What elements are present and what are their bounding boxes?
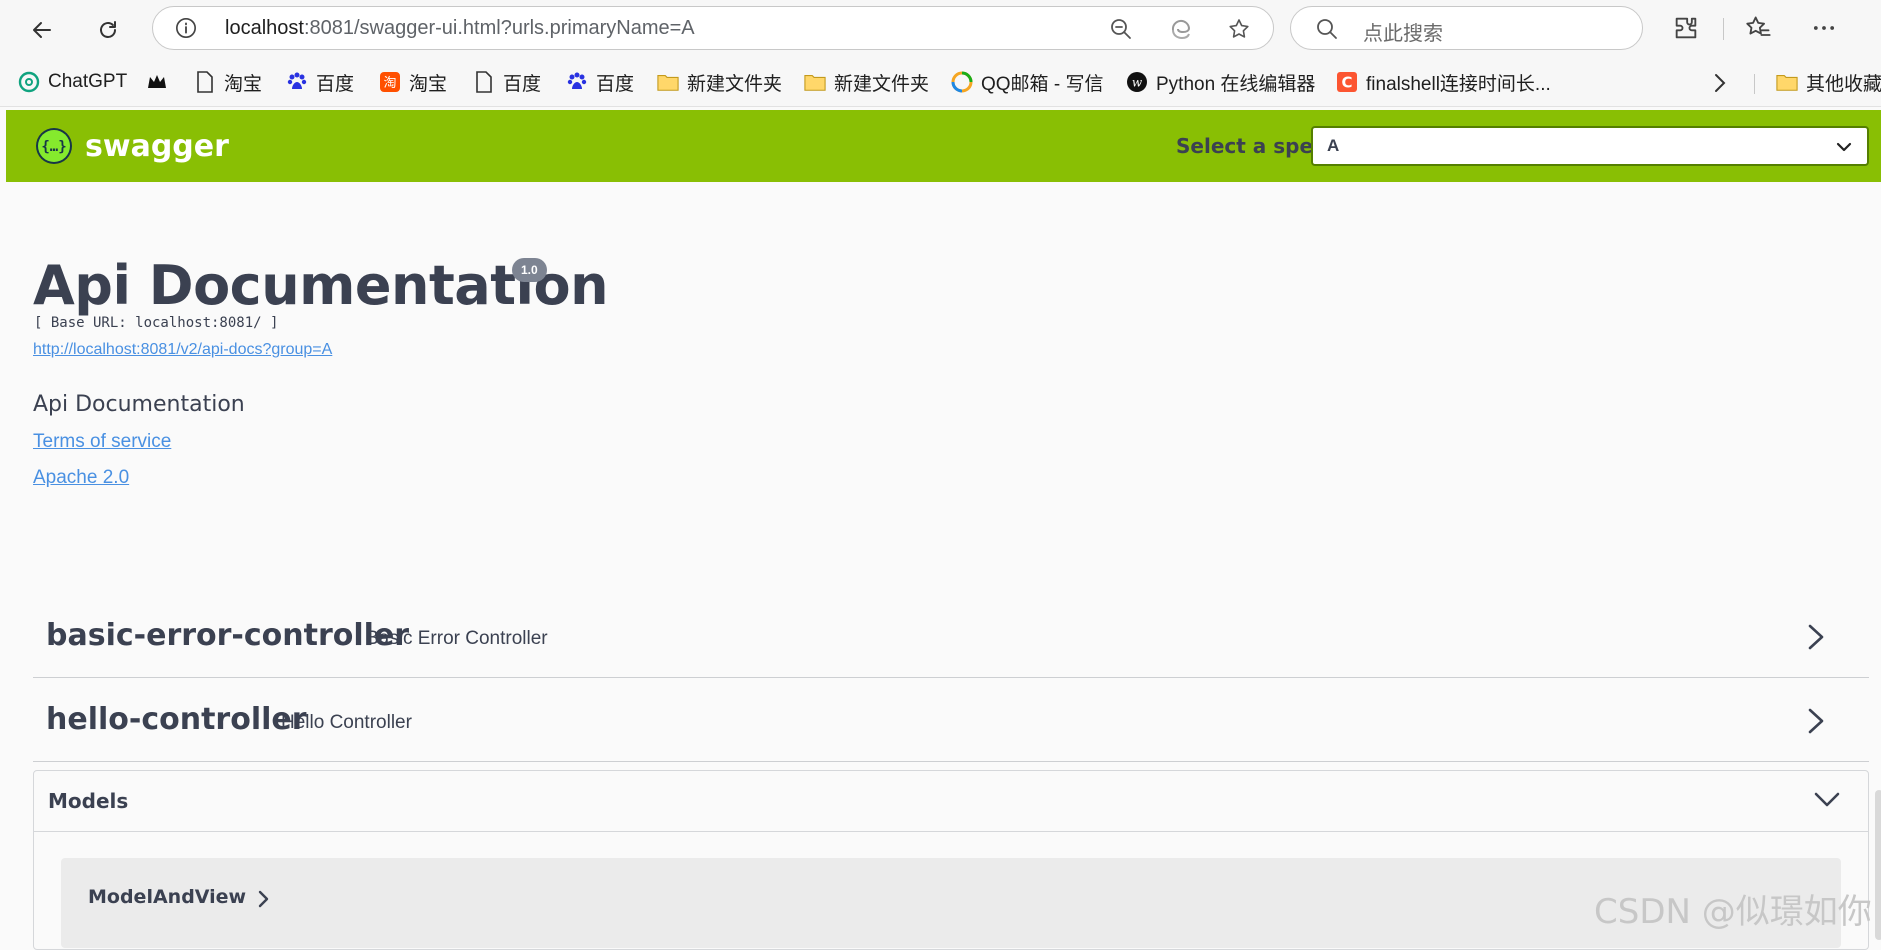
api-docs-link[interactable]: http://localhost:8081/v2/api-docs?group=… <box>33 341 332 359</box>
bookmark-baidu-3[interactable]: 百度 <box>566 70 634 95</box>
bookmark-folder-1[interactable]: 新建文件夹 <box>657 70 782 95</box>
swagger-brand: swagger <box>85 128 229 164</box>
browser-toolbar: localhost:8081/swagger-ui.html?urls.prim… <box>0 0 1881 60</box>
page-icon <box>473 71 495 93</box>
w-logo-icon: w <box>1126 71 1148 93</box>
favorites-icon[interactable] <box>1744 14 1772 42</box>
bookmark-other-favorites[interactable]: 其他收藏 <box>1776 70 1881 95</box>
baidu-paw-icon <box>286 71 308 93</box>
tag-description: Hello Controller <box>281 712 412 733</box>
bookmarks-separator <box>1754 74 1755 94</box>
bookmark-baidu-2[interactable]: 百度 <box>473 70 541 95</box>
terms-of-service-link[interactable]: Terms of service <box>33 431 171 453</box>
svg-text:{…}: {…} <box>41 139 66 155</box>
chevron-right-icon <box>258 890 269 908</box>
c-logo-icon: C <box>1336 71 1358 93</box>
select-spec-label: Select a spec <box>1176 134 1325 158</box>
search-icon <box>1317 19 1337 39</box>
bookmark-python-editor[interactable]: w Python 在线编辑器 <box>1126 70 1315 95</box>
folder-icon <box>657 71 679 93</box>
chevron-right-icon <box>1808 624 1824 650</box>
swagger-page: {…} swagger Select a spec A Api Document… <box>6 110 1881 950</box>
swagger-topbar: {…} swagger Select a spec A <box>6 110 1881 182</box>
license-link[interactable]: Apache 2.0 <box>33 467 129 489</box>
spec-select[interactable]: A <box>1311 126 1869 166</box>
model-name: ModelAndView <box>88 886 247 908</box>
bookmark-crown[interactable] <box>146 70 176 94</box>
info-icon[interactable] <box>175 17 197 39</box>
svg-text:C: C <box>1341 74 1352 92</box>
bookmark-qqmail[interactable]: QQ邮箱 - 写信 <box>951 70 1103 95</box>
csdn-watermark: CSDN @似璟如你 <box>1594 892 1872 932</box>
chevron-down-icon <box>1814 792 1840 807</box>
search-box[interactable]: 点此搜索 <box>1290 6 1643 50</box>
tag-basic-error-controller[interactable]: basic-error-controller Basic Error Contr… <box>33 596 1869 678</box>
refresh-icon <box>100 21 116 38</box>
bookmark-taobao-1[interactable]: 淘宝 <box>194 70 262 95</box>
swagger-logo[interactable]: {…} swagger <box>35 127 229 165</box>
edge-logo-icon[interactable] <box>1169 17 1193 41</box>
zoom-out-icon[interactable] <box>1109 17 1133 41</box>
qqmail-icon <box>951 71 973 93</box>
favorite-star-icon[interactable] <box>1227 17 1251 41</box>
extensions-icon[interactable] <box>1672 14 1700 42</box>
folder-icon <box>804 71 826 93</box>
crown-icon <box>146 71 168 93</box>
chevron-right-icon <box>1808 708 1824 734</box>
spec-select-value: A <box>1327 136 1340 155</box>
models-title: Models <box>48 789 129 813</box>
model-modelandview[interactable]: ModelAndView <box>61 858 1841 948</box>
address-bar[interactable]: localhost:8081/swagger-ui.html?urls.prim… <box>152 6 1274 50</box>
search-placeholder: 点此搜索 <box>1363 23 1443 45</box>
chatgpt-icon <box>18 71 40 93</box>
base-url: [ Base URL: localhost:8081/ ] <box>34 315 279 331</box>
more-bookmarks-chevron-icon[interactable] <box>1712 72 1728 94</box>
folder-icon <box>1776 71 1798 93</box>
back-button[interactable] <box>24 12 60 48</box>
bookmark-taobao-2[interactable]: 淘 淘宝 <box>379 70 447 95</box>
bookmark-baidu-1[interactable]: 百度 <box>286 70 354 95</box>
taobao-icon: 淘 <box>379 71 401 93</box>
tag-name: hello-controller <box>46 702 307 737</box>
swagger-logo-icon: {…} <box>36 128 72 164</box>
version-badge: 1.0 <box>512 258 547 282</box>
url-text[interactable]: localhost:8081/swagger-ui.html?urls.prim… <box>225 17 695 40</box>
scrollbar-thumb[interactable] <box>1875 790 1881 940</box>
back-arrow-icon <box>33 22 51 38</box>
page-icon <box>194 71 216 93</box>
svg-text:w: w <box>1132 76 1143 90</box>
bookmark-folder-2[interactable]: 新建文件夹 <box>804 70 929 95</box>
tag-description: Basic Error Controller <box>366 628 548 649</box>
baidu-paw-icon <box>566 71 588 93</box>
tag-name: basic-error-controller <box>46 618 410 653</box>
svg-text:淘: 淘 <box>383 76 396 91</box>
api-description: Api Documentation <box>33 392 245 417</box>
chevron-down-icon <box>1836 142 1852 152</box>
more-menu-icon[interactable] <box>1810 14 1838 42</box>
models-header[interactable]: Models <box>34 771 1868 832</box>
toolbar-separator <box>1723 18 1724 40</box>
bookmarks-bar: ChatGPT 淘宝 百度 淘 淘宝 百度 百度 新建文件夹 新建文件夹 QQ邮… <box>0 60 1881 107</box>
bookmark-chatgpt[interactable]: ChatGPT <box>18 70 127 94</box>
refresh-button[interactable] <box>90 12 126 48</box>
bookmark-finalshell[interactable]: C finalshell连接时间长... <box>1336 70 1551 95</box>
tag-hello-controller[interactable]: hello-controller Hello Controller <box>33 680 1869 762</box>
